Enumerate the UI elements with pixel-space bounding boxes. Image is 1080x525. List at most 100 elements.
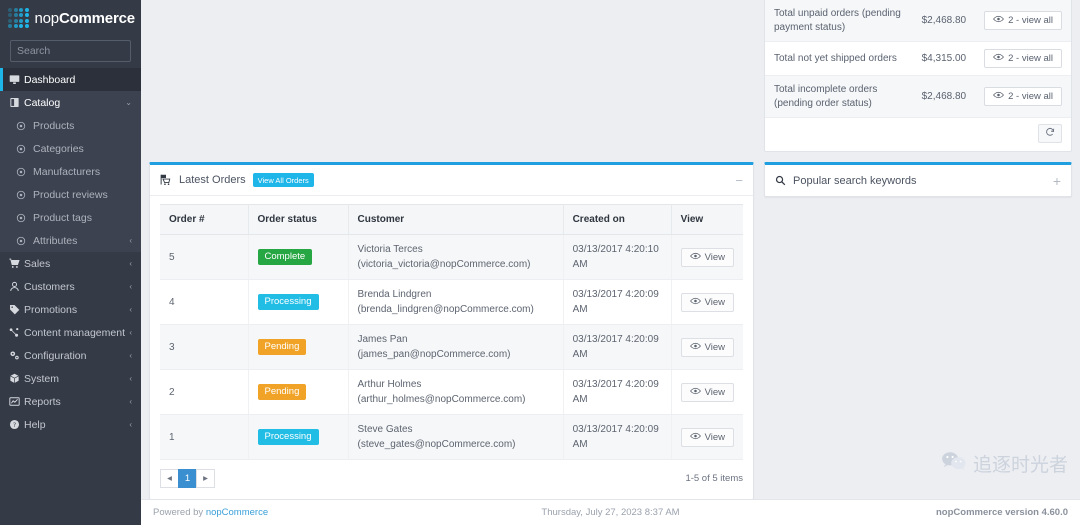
cell-view: View — [671, 279, 743, 325]
sidebar-item-system[interactable]: System ‹ — [0, 367, 141, 390]
latest-orders-panel: Latest Orders View All Orders − Order # … — [149, 162, 754, 499]
view-all-label: 2 - view all — [1008, 91, 1053, 102]
sidebar-menu: Dashboard Catalog ⌄ Products Categories … — [0, 68, 141, 436]
brand-name: nopCommerce — [34, 9, 136, 27]
top-left-spacer — [149, 0, 754, 152]
table-row: 2 Pending Arthur Holmes (arthur_holmes@n… — [160, 369, 743, 415]
status-badge: Processing — [257, 428, 319, 446]
eye-icon — [993, 53, 1004, 64]
customer-name: Steve Gates (steve_gates@nopCommerce.com… — [357, 424, 516, 450]
view-order-button[interactable]: View — [680, 292, 734, 312]
sidebar-item-customers[interactable]: Customers ‹ — [0, 275, 141, 298]
view-all-incomplete-button[interactable]: 2 - view all — [984, 87, 1062, 106]
refresh-button[interactable] — [1038, 124, 1062, 143]
view-order-button[interactable]: View — [680, 382, 734, 402]
brand-name-bold: Commerce — [58, 9, 135, 27]
sidebar-item-products[interactable]: Products — [0, 114, 141, 137]
cart-flag-icon — [160, 174, 172, 186]
pager-info: 1-5 of 5 items — [685, 473, 743, 484]
view-label: View — [704, 341, 725, 353]
brand-name-light: nop — [34, 9, 60, 27]
cube-icon — [9, 373, 24, 384]
view-order-button[interactable]: View — [680, 247, 734, 267]
stat-action-cell: 2 - view all — [975, 0, 1071, 42]
sidebar-item-promotions[interactable]: Promotions ‹ — [0, 298, 141, 321]
footer: Powered by nopCommerce Thursday, July 27… — [141, 499, 1080, 525]
eye-icon — [689, 252, 701, 263]
sidebar-item-label: System — [24, 372, 60, 385]
sidebar-item-sales[interactable]: Sales ‹ — [0, 252, 141, 275]
pagination: ◂ 1 ▸ 1-5 of 5 items — [150, 460, 753, 499]
question-circle-icon: ? — [9, 419, 24, 430]
status-badge: Processing — [257, 293, 319, 311]
cell-created-on: 03/13/2017 4:20:10 AM — [563, 234, 672, 280]
chevron-left-icon: ‹ — [129, 282, 132, 291]
circle-dot-icon — [16, 144, 33, 154]
cell-customer: Arthur Holmes (arthur_holmes@nopCommerce… — [348, 369, 564, 415]
cart-icon — [9, 258, 24, 269]
sidebar-item-label: Product reviews — [33, 188, 108, 201]
pager-next-button[interactable]: ▸ — [196, 469, 215, 488]
column-order-status: Order status — [248, 204, 349, 235]
view-all-not-shipped-button[interactable]: 2 - view all — [984, 49, 1062, 68]
sidebar-item-help[interactable]: ? Help ‹ — [0, 413, 141, 436]
status-badge: Complete — [257, 248, 313, 266]
pager-prev-button[interactable]: ◂ — [160, 469, 179, 488]
sidebar-item-attributes[interactable]: Attributes ‹ — [0, 229, 141, 252]
search-input[interactable] — [17, 45, 152, 57]
cell-order-status: Processing — [248, 414, 349, 460]
sidebar-item-product-tags[interactable]: Product tags — [0, 206, 141, 229]
stat-action-cell: 2 - view all — [975, 41, 1071, 76]
cell-view: View — [671, 324, 743, 370]
pencil-network-icon — [9, 327, 24, 338]
chart-line-icon — [9, 396, 24, 407]
table-row: Total unpaid orders (pending payment sta… — [765, 0, 1071, 42]
sidebar-search[interactable] — [10, 40, 163, 62]
sidebar-item-product-reviews[interactable]: Product reviews — [0, 183, 141, 206]
sidebar-item-categories[interactable]: Categories — [0, 137, 141, 160]
view-label: View — [704, 386, 725, 398]
pager-page-1-button[interactable]: 1 — [178, 469, 197, 488]
view-all-orders-button[interactable]: View All Orders — [252, 173, 314, 187]
panel-title: Popular search keywords — [793, 174, 917, 187]
refresh-row — [765, 118, 1071, 143]
view-order-button[interactable]: View — [680, 427, 734, 447]
sidebar-item-dashboard[interactable]: Dashboard — [0, 68, 141, 91]
eye-icon — [689, 297, 701, 308]
circle-dot-icon — [16, 121, 33, 131]
svg-text:?: ? — [13, 422, 16, 429]
sidebar-item-catalog[interactable]: Catalog ⌄ — [0, 91, 141, 114]
view-all-unpaid-button[interactable]: 2 - view all — [984, 11, 1062, 30]
cell-customer: Steve Gates (steve_gates@nopCommerce.com… — [348, 414, 564, 460]
collapse-panel-button[interactable]: − — [735, 174, 743, 187]
footer-powered-label: Powered by — [153, 507, 206, 518]
chevron-left-icon: ‹ — [129, 259, 132, 268]
popular-keywords-col: Popular search keywords + — [764, 162, 1072, 499]
footer-nopcommerce-link[interactable]: nopCommerce — [206, 507, 268, 518]
view-order-button[interactable]: View — [680, 337, 734, 357]
second-row: Latest Orders View All Orders − Order # … — [149, 162, 1072, 499]
cell-order-number: 3 — [160, 324, 249, 370]
sidebar-item-reports[interactable]: Reports ‹ — [0, 390, 141, 413]
column-order-number: Order # — [160, 204, 249, 235]
popular-keywords-header[interactable]: Popular search keywords + — [765, 165, 1071, 196]
view-all-label: 2 - view all — [1008, 53, 1053, 64]
sidebar-item-configuration[interactable]: Configuration ‹ — [0, 344, 141, 367]
column-view: View — [671, 204, 743, 235]
table-row: 3 Pending James Pan (james_pan@nopCommer… — [160, 324, 743, 370]
chevron-left-icon: ‹ — [129, 374, 132, 383]
brand-logo[interactable]: nopCommerce — [0, 0, 141, 36]
cell-order-status: Pending — [248, 369, 349, 415]
order-totals-panel-wrap: Total unpaid orders (pending payment sta… — [764, 0, 1072, 152]
search-icon — [775, 175, 786, 186]
sidebar-item-manufacturers[interactable]: Manufacturers — [0, 160, 141, 183]
latest-orders-col: Latest Orders View All Orders − Order # … — [149, 162, 754, 499]
main-area: Total unpaid orders (pending payment sta… — [141, 0, 1080, 525]
sidebar-item-label: Dashboard — [24, 73, 76, 86]
customer-name: Brenda Lindgren — [357, 289, 432, 300]
book-icon — [9, 97, 24, 108]
cell-order-number: 2 — [160, 369, 249, 415]
sidebar-item-content-management[interactable]: Content management ‹ — [0, 321, 141, 344]
panel-title: Latest Orders — [179, 174, 246, 186]
expand-panel-button[interactable]: + — [1053, 174, 1061, 188]
